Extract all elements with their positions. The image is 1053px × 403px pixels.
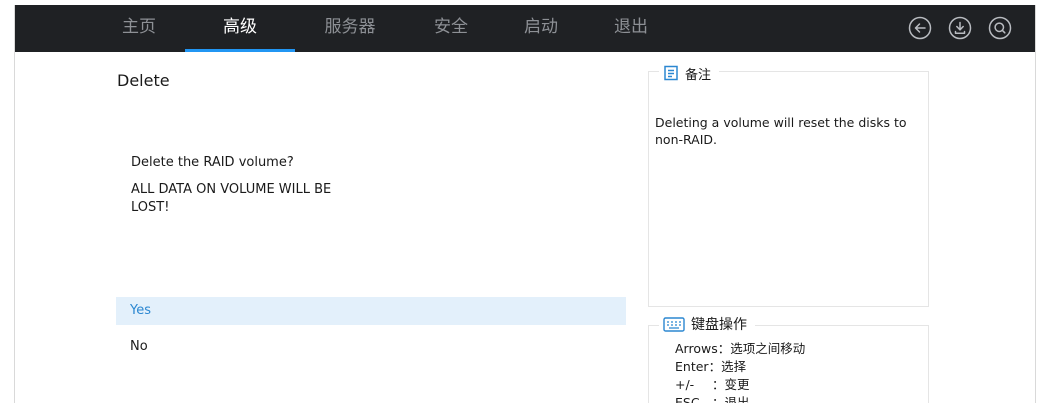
dialog-warning: ALL DATA ON VOLUME WILL BE LOST! xyxy=(131,182,332,215)
option-yes[interactable]: Yes xyxy=(116,297,626,325)
key-esc: ESC xyxy=(675,395,700,403)
tab-boot-label: 启动 xyxy=(524,17,558,37)
tab-exit[interactable]: 退出 xyxy=(605,5,657,52)
tab-main-label: 主页 xyxy=(122,17,156,37)
dialog-question: Delete the RAID volume? xyxy=(131,155,294,170)
keyboard-icon xyxy=(663,315,685,333)
bios-window: 主页 高级 服务器 安全 启动 退出 Delete Delete the RAI… xyxy=(14,5,1036,403)
save-icon[interactable] xyxy=(948,16,972,40)
note-header-label: 备注 xyxy=(685,67,712,83)
key-arrows: Arrows xyxy=(675,341,718,356)
tab-exit-label: 退出 xyxy=(614,17,648,37)
tab-security-label: 安全 xyxy=(434,17,468,37)
note-icon xyxy=(663,65,679,81)
tab-server[interactable]: 服务器 xyxy=(317,5,383,52)
tab-advanced[interactable]: 高级 xyxy=(185,5,295,52)
option-yes-label: Yes xyxy=(130,303,151,318)
keyboard-row: ESC ：退出 xyxy=(675,394,750,403)
tab-advanced-label: 高级 xyxy=(223,17,257,37)
tab-server-label: 服务器 xyxy=(324,17,376,37)
note-panel: Deleting a volume will reset the disks t… xyxy=(648,71,929,307)
keyboard-header-label: 键盘操作 xyxy=(691,317,747,333)
note-header: 备注 xyxy=(659,63,720,83)
option-no[interactable]: No xyxy=(116,333,626,361)
key-plus-minus-desc: ：变更 xyxy=(712,377,750,392)
option-no-label: No xyxy=(130,339,148,354)
back-icon[interactable] xyxy=(908,16,932,40)
key-enter: Enter xyxy=(675,359,709,374)
tab-main[interactable]: 主页 xyxy=(113,5,165,52)
tab-security[interactable]: 安全 xyxy=(425,5,477,52)
note-text: Deleting a volume will reset the disks t… xyxy=(655,115,907,147)
dialog-pane: Delete Delete the RAID volume? ALL DATA … xyxy=(116,52,627,403)
key-plus-minus: +/- xyxy=(675,377,695,392)
dialog-title: Delete xyxy=(117,71,170,90)
keyboard-row: Arrows：选项之间移动 xyxy=(675,340,805,357)
keyboard-panel: Arrows：选项之间移动 Enter：选择 +/- ：变更 ESC ：退出 xyxy=(648,325,929,403)
key-arrows-desc: ：选项之间移动 xyxy=(717,341,806,356)
keyboard-row: +/- ：变更 xyxy=(675,376,750,393)
tab-boot[interactable]: 启动 xyxy=(515,5,567,52)
key-enter-desc: ：选择 xyxy=(708,359,747,374)
key-esc-desc: ：退出 xyxy=(712,395,750,403)
top-navbar: 主页 高级 服务器 安全 启动 退出 xyxy=(15,5,1035,52)
search-icon[interactable] xyxy=(988,16,1012,40)
keyboard-header: 键盘操作 xyxy=(659,313,755,335)
keyboard-row: Enter：选择 xyxy=(675,358,746,375)
